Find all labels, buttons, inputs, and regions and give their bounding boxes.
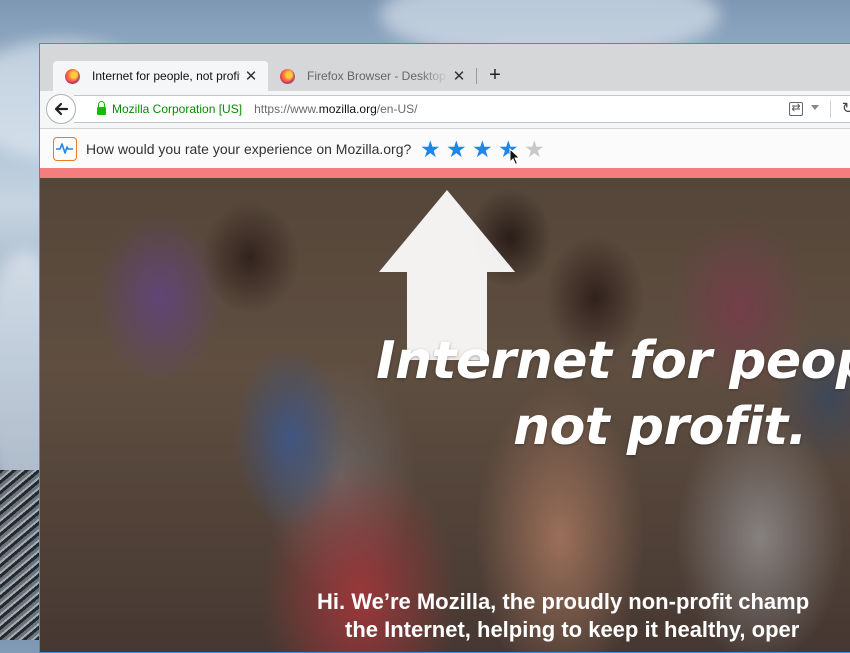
star-rating[interactable]: ★ ★ ★ ★ ★ — [417, 137, 547, 161]
chevron-down-icon[interactable] — [811, 105, 819, 110]
url-domain: mozilla.org — [318, 102, 377, 116]
url-text[interactable]: https://www.mozilla.org/en-US/ — [254, 102, 417, 116]
web-page: Internet for people, not profit. Hi. We’… — [40, 168, 850, 652]
firefox-icon — [280, 68, 295, 84]
hero-subheading: Hi. We’re Mozilla, the proudly non-profi… — [317, 589, 810, 642]
lock-icon[interactable] — [97, 101, 106, 115]
close-tab-icon[interactable]: ✕ — [240, 67, 262, 85]
close-tab-icon[interactable]: ✕ — [448, 67, 470, 85]
tab-separator — [476, 68, 477, 84]
url-bar[interactable]: Mozilla Corporation [US] https://www.moz… — [74, 95, 850, 123]
hero-image: Internet for people, not profit. Hi. We’… — [40, 178, 850, 652]
browser-window: Internet for people, not profit ✕ Firefo… — [39, 43, 850, 653]
tab-label: Internet for people, not profit — [92, 69, 240, 83]
site-identity[interactable]: Mozilla Corporation [US] — [112, 102, 242, 116]
heartbeat-icon — [53, 136, 77, 161]
reader-view-icon[interactable]: ⇄ — [789, 102, 803, 116]
rating-notification-bar: How would you rate your experience on Mo… — [40, 128, 850, 168]
star-1-icon[interactable]: ★ — [417, 137, 443, 161]
tab-strip: Internet for people, not profit ✕ Firefo… — [40, 44, 850, 91]
star-2-icon[interactable]: ★ — [443, 137, 469, 161]
back-button[interactable] — [46, 94, 76, 124]
back-arrow-icon — [54, 102, 69, 116]
nav-bar: Mozilla Corporation [US] https://www.moz… — [40, 91, 850, 128]
tab-label: Firefox Browser - Desktop… — [307, 69, 448, 83]
reload-icon[interactable]: ↻ — [838, 99, 850, 119]
firefox-icon — [65, 68, 80, 84]
hero-headline: Internet for people, not profit. — [376, 331, 850, 457]
star-5-icon[interactable]: ★ — [521, 137, 547, 161]
rating-question: How would you rate your experience on Mo… — [86, 140, 412, 157]
desktop-wallpaper-rock — [0, 470, 42, 640]
star-3-icon[interactable]: ★ — [469, 137, 495, 161]
tab-mozilla-home[interactable]: Internet for people, not profit ✕ — [53, 61, 268, 91]
new-tab-button[interactable]: + — [484, 64, 506, 86]
tab-firefox-desktop[interactable]: Firefox Browser - Desktop… ✕ — [268, 61, 476, 91]
url-divider — [830, 101, 831, 118]
mouse-cursor-icon — [509, 148, 521, 166]
